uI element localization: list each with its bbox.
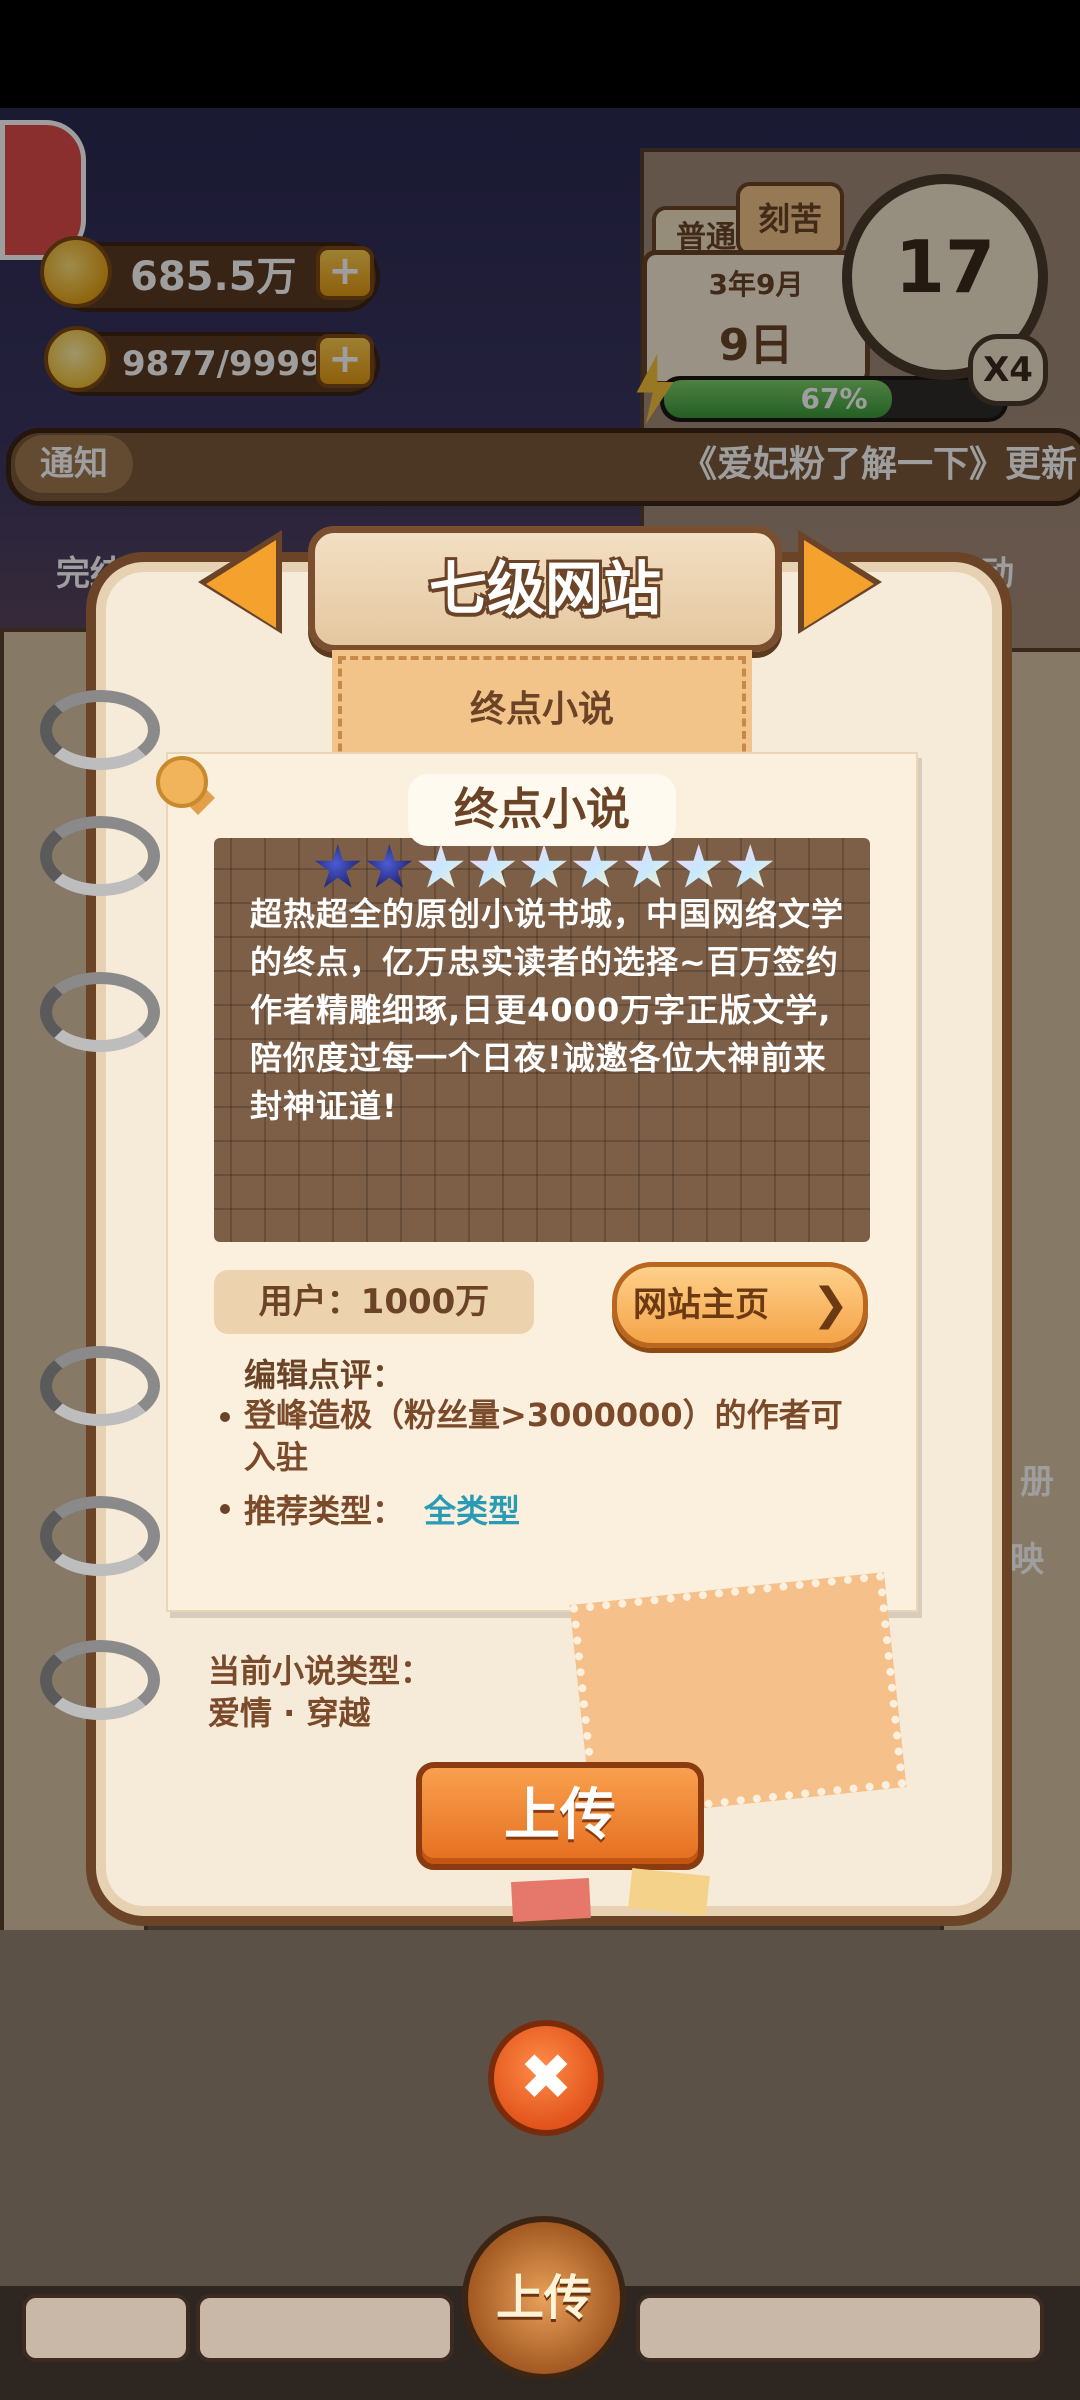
- binder-ring: [40, 1496, 160, 1576]
- site-homepage-button[interactable]: 网站主页 ❯: [612, 1262, 868, 1348]
- site-tab[interactable]: 终点小说: [332, 650, 752, 770]
- site-name: 终点小说: [454, 784, 630, 835]
- current-type-value: 爱情 · 穿越: [208, 1694, 371, 1732]
- site-users: 用户：1000万: [258, 1282, 490, 1322]
- bottom-slot[interactable]: [22, 2294, 190, 2362]
- upload-label: 上传: [504, 1783, 616, 1848]
- star-empty-icon: [418, 844, 464, 888]
- binder-ring: [40, 1346, 160, 1426]
- star-empty-icon: [727, 844, 774, 888]
- editor-review-text: 登峰造极（粉丝量>3000000）的作者可入驻: [244, 1396, 843, 1476]
- star-empty-icon: [572, 844, 619, 888]
- dialog-title-plate: 七级网站: [308, 526, 782, 652]
- binder-ring: [40, 690, 160, 770]
- upload-button[interactable]: 上传: [416, 1762, 704, 1870]
- recommend-value: 全类型: [424, 1492, 521, 1530]
- tape-decoration: [628, 1868, 710, 1916]
- star-filled-icon: [366, 844, 413, 888]
- bottom-slot[interactable]: [636, 2294, 1044, 2362]
- binder-ring: [40, 1640, 160, 1720]
- next-site-arrow-icon[interactable]: [804, 540, 874, 628]
- homepage-label: 网站主页: [633, 1285, 769, 1325]
- bottom-upload-label: 上传: [495, 2270, 592, 2326]
- binder-ring: [40, 816, 160, 896]
- star-empty-icon: [469, 844, 516, 888]
- editor-review-title: 编辑点评：: [244, 1356, 405, 1394]
- site-rating-stars: [314, 844, 774, 894]
- bottom-upload-button[interactable]: 上传: [462, 2216, 626, 2380]
- star-empty-icon: [675, 844, 722, 888]
- recommend-label: 推荐类型：: [244, 1492, 405, 1530]
- prev-site-arrow-icon[interactable]: [206, 540, 276, 628]
- star-empty-icon: [521, 844, 567, 888]
- close-button[interactable]: ✖: [488, 2020, 604, 2136]
- bullet-icon: [220, 1504, 230, 1514]
- current-type-label: 当前小说类型：: [208, 1652, 433, 1690]
- site-description: 超热超全的原创小说书城，中国网络文学的终点，亿万忠实读者的选择~百万签约作者精雕…: [250, 895, 845, 1125]
- binder-ring: [40, 972, 160, 1052]
- chevron-right-icon: ❯: [812, 1279, 849, 1330]
- close-icon: ✖: [519, 2041, 573, 2115]
- star-empty-icon: [624, 844, 670, 888]
- bottom-slot[interactable]: [196, 2294, 454, 2362]
- pushpin-icon: [156, 756, 208, 808]
- bullet-icon: [220, 1412, 230, 1422]
- dialog-title: 七级网站: [428, 555, 661, 623]
- site-tab-label: 终点小说: [469, 689, 614, 730]
- status-bar: [0, 0, 1080, 108]
- tape-decoration: [511, 1877, 591, 1923]
- star-filled-icon: [314, 844, 361, 888]
